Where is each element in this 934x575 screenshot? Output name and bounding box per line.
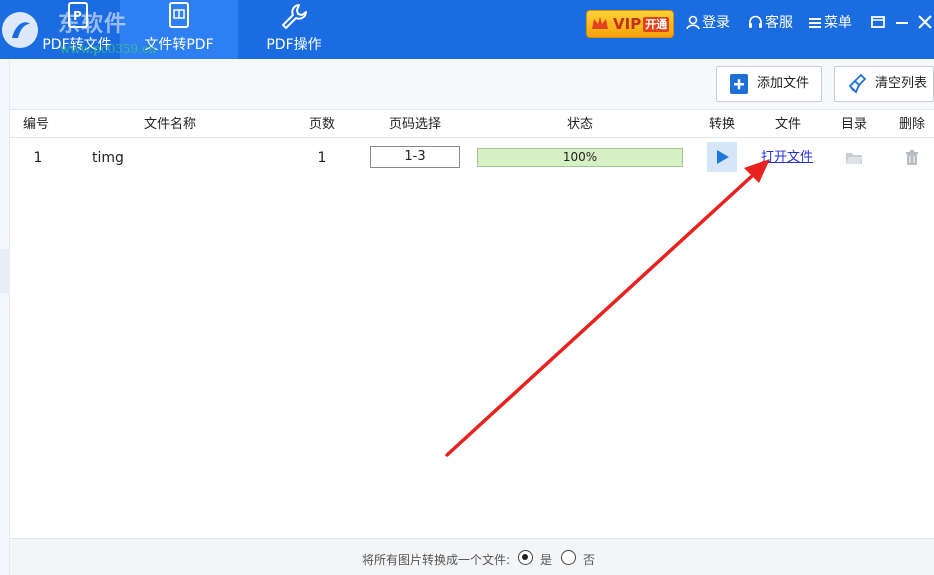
open-file-link[interactable]: 打开文件 [761,140,813,176]
radio-no-label: 否 [583,553,596,567]
column-header-name: 文件名称 [143,117,196,132]
row-pages: 1 [317,150,327,166]
column-header-file: 文件 [774,117,801,132]
radio-no[interactable] [561,550,576,565]
minimize-icon[interactable] [894,14,910,30]
play-icon [717,150,729,164]
page-range-input[interactable]: 1-3 [370,146,460,168]
menu-button[interactable]: 菜单 [808,14,852,32]
status-progress-bar: 100% [477,148,683,167]
tab-label: PDF操作 [266,37,322,53]
watermark-url: www.pc0359.cn [60,42,157,56]
convert-button[interactable] [707,142,737,172]
footer: 将所有图片转换成一个文件: 是 否 [10,538,934,575]
folder-icon[interactable] [845,149,863,167]
restore-window-icon[interactable] [870,14,886,30]
vip-button[interactable]: VIP 开通 [586,10,674,38]
column-header-status: 状态 [566,117,593,132]
column-header-pages: 页数 [308,117,335,132]
service-label: 客服 [765,15,793,31]
vip-label: VIP [613,15,642,33]
column-header-folder: 目录 [840,117,867,132]
left-strip [0,59,10,575]
toolbar: 添加文件 清空列表 [10,59,934,110]
clear-list-label: 清空列表 [875,76,928,91]
login-button[interactable]: 登录 [686,14,730,32]
table-row: 1 timg 1 1-3 100% 打开文件 [10,140,934,176]
login-label: 登录 [702,15,730,31]
menu-icon [809,18,821,28]
column-header-page-range: 页码选择 [388,117,441,132]
service-button[interactable]: 客服 [748,14,793,32]
column-header-convert: 转换 [708,117,735,132]
progress-text: 100% [562,150,598,164]
trash-icon[interactable] [903,149,921,167]
add-file-button[interactable]: 添加文件 [716,66,822,102]
top-bar: P PDF转文件 文件转PDF PDF操作 东软件 www.pc0359.cn … [0,0,934,59]
broom-icon [848,73,867,94]
headset-icon [749,15,762,28]
merge-option-label: 将所有图片转换成一个文件: [362,553,511,567]
menu-label: 菜单 [824,15,852,31]
app-window: P PDF转文件 文件转PDF PDF操作 东软件 www.pc0359.cn … [0,0,934,575]
table-header: 编号 文件名称 页数 页码选择 状态 转换 文件 目录 删除 [10,112,934,138]
column-header-index: 编号 [22,117,49,132]
radio-yes[interactable] [518,550,533,565]
crown-icon [592,17,608,29]
wrench-icon [282,4,307,29]
vip-open-badge: 开通 [643,17,670,32]
left-strip-segment [0,249,10,293]
tab-pdf-operations[interactable]: PDF操作 [254,0,334,59]
file-to-pdf-icon [169,2,189,28]
row-index: 1 [33,150,43,166]
watermark-text: 东软件 [58,12,128,37]
add-file-label: 添加文件 [757,76,810,91]
close-icon[interactable] [917,14,933,30]
add-file-icon [730,74,748,94]
column-header-delete: 删除 [898,117,925,132]
radio-yes-label: 是 [540,553,553,567]
clear-list-button[interactable]: 清空列表 [834,66,934,102]
row-file-name: timg [92,150,124,166]
app-logo [2,12,38,48]
user-icon [686,15,700,30]
